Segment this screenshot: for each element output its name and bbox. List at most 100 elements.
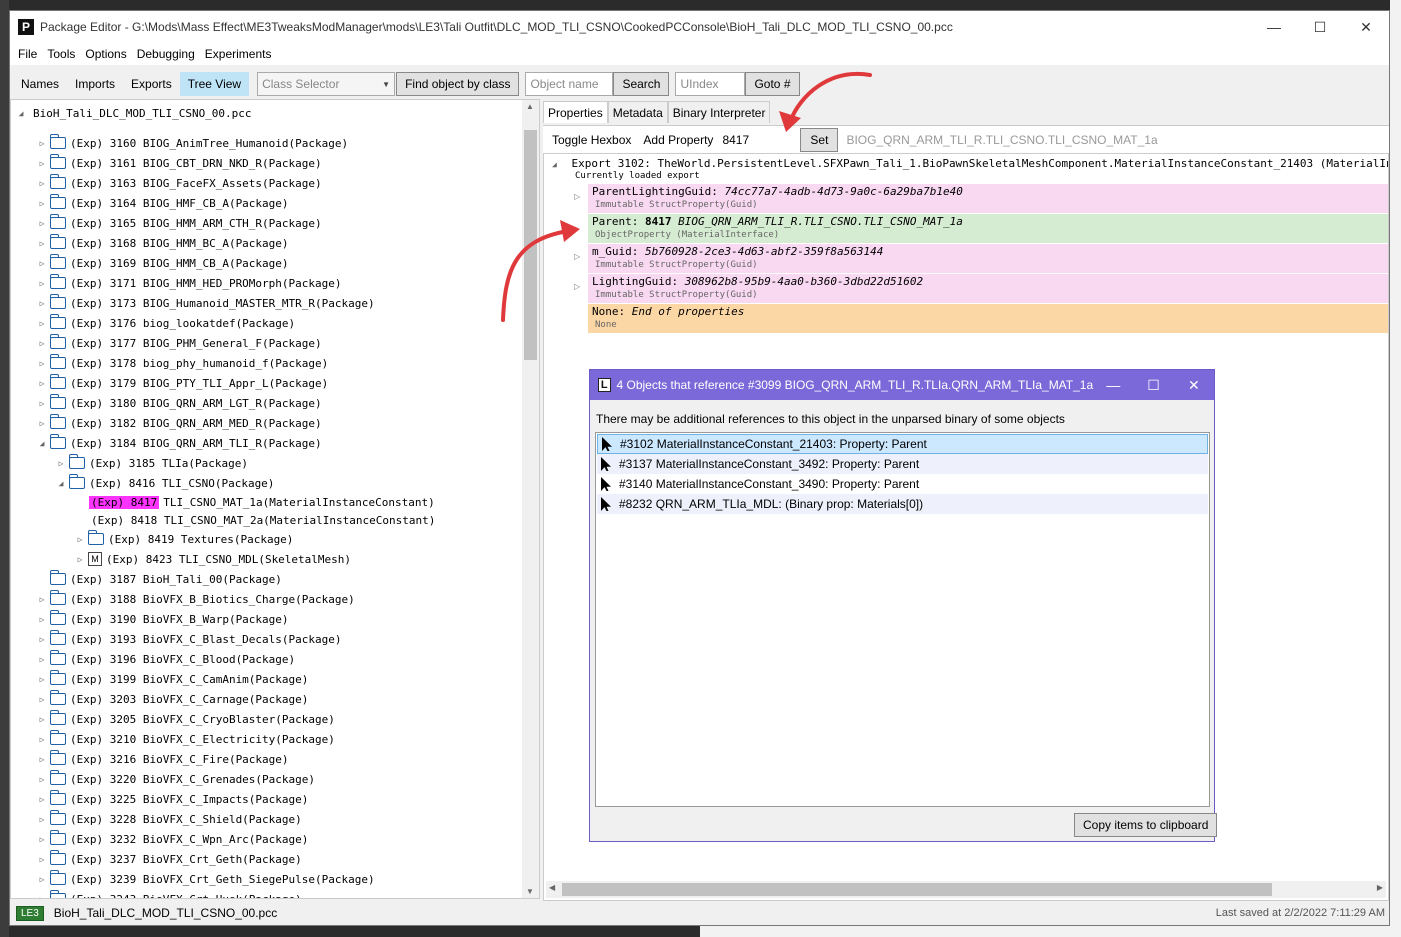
menu-debugging[interactable]: Debugging [132,47,200,61]
property-row[interactable]: ▷ LightingGuid: 308962b8-95b9-4aa0-b360-3… [574,274,1388,303]
expand-arrow-icon[interactable]: ▷ [36,179,48,188]
expand-arrow-icon[interactable]: ▷ [36,259,48,268]
tree-view-button[interactable]: Tree View [179,72,250,96]
collapse-arrow-icon[interactable]: ◢ [552,160,557,169]
tree-item[interactable]: ▷ (Exp) 3193 BioVFX_C_Blast_Decals(Packag… [36,629,342,649]
tree-item[interactable]: ▷ (Exp) 3182 BIOG_QRN_ARM_MED_R(Package) [36,413,322,433]
expand-arrow-icon[interactable]: ▷ [74,555,86,564]
dialog-maximize-button[interactable]: ☐ [1133,377,1173,394]
expand-arrow-icon[interactable]: ▷ [36,379,48,388]
expand-arrow-icon[interactable]: ▷ [36,159,48,168]
tree-item[interactable]: ▷ (Exp) 3176 biog_lookatdef(Package) [36,313,295,333]
search-button[interactable]: Search [613,72,670,96]
tree-item[interactable]: ▷ (Exp) 3165 BIOG_HMM_ARM_CTH_R(Package) [36,213,322,233]
add-property-button[interactable]: Add Property [638,128,718,152]
minimize-button[interactable]: — [1251,11,1297,43]
property-row[interactable]: ▷ m_Guid: 5b760928-2ce3-4d63-abf2-359f8a5… [574,244,1388,273]
tree-item[interactable]: ▷ (Exp) 3243 BioVFX_Crt_Husk(Package) [36,889,302,899]
tree-item[interactable]: ▷ (Exp) 3203 BioVFX_C_Carnage(Package) [36,689,308,709]
tree-item[interactable]: ▷ (Exp) 3169 BIOG_HMM_CB_A(Package) [36,253,289,273]
scroll-right-icon[interactable]: ▶ [1377,883,1383,892]
expand-arrow-icon[interactable]: ▷ [36,615,48,624]
tab-binary-interpreter[interactable]: Binary Interpreter [667,101,771,123]
tree-item[interactable]: ▷ (Exp) 3199 BioVFX_C_CamAnim(Package) [36,669,308,689]
tree-item[interactable]: ▷ (Exp) 3179 BIOG_PTY_TLI_Appr_L(Package) [36,373,328,393]
tree-item[interactable]: ▷ (Exp) 3188 BioVFX_B_Biotics_Charge(Pack… [36,589,355,609]
expand-arrow-icon[interactable]: ▷ [36,735,48,744]
close-button[interactable]: ✕ [1343,11,1389,43]
scroll-up-icon[interactable]: ▲ [526,102,534,111]
tree-item-tlia[interactable]: ▷ (Exp) 3185 TLIa(Package) [55,453,248,473]
tab-properties[interactable]: Properties [543,101,608,123]
expand-arrow-icon[interactable]: ▷ [36,419,48,428]
class-selector-dropdown[interactable]: Class Selector ▼ [257,72,396,96]
expand-arrow-icon[interactable]: ▷ [36,815,48,824]
tree-item[interactable]: ▷ (Exp) 3161 BIOG_CBT_DRN_NKD_R(Package) [36,153,322,173]
tree-item[interactable]: ▷ (Exp) 3160 BIOG_AnimTree_Humanoid(Packa… [36,133,348,153]
copy-to-clipboard-button[interactable]: Copy items to clipboard [1074,813,1218,837]
tree-item[interactable]: ▷ (Exp) 3168 BIOG_HMM_BC_A(Package) [36,233,289,253]
expand-arrow-icon[interactable]: ▷ [36,399,48,408]
scrollbar-thumb[interactable] [562,883,1272,896]
expand-arrow-icon[interactable]: ▷ [74,535,86,544]
expand-arrow-icon[interactable]: ▷ [574,252,580,261]
expand-arrow-icon[interactable]: ▷ [36,359,48,368]
reference-row[interactable]: #3137 MaterialInstanceConstant_3492: Pro… [597,454,1208,474]
collapse-arrow-icon[interactable]: ◢ [15,109,27,118]
tree-item-mdl[interactable]: ▷ M (Exp) 8423 TLI_CSNO_MDL(SkeletalMesh… [74,549,351,569]
tree-item-textures[interactable]: ▷ (Exp) 8419 Textures(Package) [74,529,293,549]
tree-item[interactable]: ▷ (Exp) 3190 BioVFX_B_Warp(Package) [36,609,289,629]
imports-button[interactable]: Imports [67,72,123,96]
tree-item[interactable]: ▷ (Exp) 3177 BIOG_PHM_General_F(Package) [36,333,322,353]
exports-button[interactable]: Exports [123,72,180,96]
expand-arrow-icon[interactable]: ▷ [574,192,580,201]
set-button[interactable]: Set [800,127,839,152]
tree-item[interactable]: ▷ (Exp) 3237 BioVFX_Crt_Geth(Package) [36,849,302,869]
reference-row[interactable]: #3102 MaterialInstanceConstant_21403: Pr… [597,434,1208,454]
expand-arrow-icon[interactable]: ▷ [36,795,48,804]
goto-button[interactable]: Goto # [745,72,800,96]
property-value-input[interactable]: 8417 [718,127,801,152]
menu-tools[interactable]: Tools [42,47,80,61]
expand-arrow-icon[interactable]: ▷ [36,655,48,664]
expand-arrow-icon[interactable]: ▷ [574,282,580,291]
expand-arrow-icon[interactable]: ▷ [36,239,48,248]
expand-arrow-icon[interactable]: ▷ [36,279,48,288]
tree-item-bioh-tali[interactable]: (Exp) 3187 BioH_Tali_00(Package) [36,569,282,589]
references-list[interactable]: #3102 MaterialInstanceConstant_21403: Pr… [595,432,1210,807]
expand-arrow-icon[interactable]: ▷ [36,715,48,724]
tree-item[interactable]: ▷ (Exp) 3196 BioVFX_C_Blood(Package) [36,649,295,669]
tree-item[interactable]: ▷ (Exp) 3228 BioVFX_C_Shield(Package) [36,809,302,829]
tree-item-tli-csno[interactable]: ◢ (Exp) 8416 TLI_CSNO(Package) [55,473,274,493]
tree-item[interactable]: ▷ (Exp) 3210 BioVFX_C_Electricity(Package… [36,729,335,749]
tree-item[interactable]: ▷ (Exp) 3239 BioVFX_Crt_Geth_SiegePulse(P… [36,869,375,889]
expand-arrow-icon[interactable]: ▷ [36,695,48,704]
expand-arrow-icon[interactable]: ▷ [36,299,48,308]
reference-row[interactable]: #3140 MaterialInstanceConstant_3490: Pro… [597,474,1208,494]
property-row[interactable]: None: End of properties None [588,304,1388,333]
expand-arrow-icon[interactable]: ▷ [36,635,48,644]
expand-arrow-icon[interactable]: ▷ [36,895,48,899]
expand-arrow-icon[interactable]: ◢ [36,439,48,448]
menu-experiments[interactable]: Experiments [200,47,277,61]
property-row[interactable]: ▷ ParentLightingGuid: 74cc77a7-4adb-4d73-… [574,184,1388,213]
maximize-button[interactable]: ☐ [1297,11,1343,43]
scroll-left-icon[interactable]: ◀ [549,883,555,892]
expand-arrow-icon[interactable]: ▷ [36,199,48,208]
expand-arrow-icon[interactable]: ▷ [36,219,48,228]
tree-scrollbar[interactable]: ▲ ▼ [522,100,539,898]
expand-arrow-icon[interactable]: ▷ [36,319,48,328]
scrollbar-thumb[interactable] [524,130,537,360]
expand-arrow-icon[interactable]: ▷ [55,459,67,468]
tree-item-mat-2a[interactable]: (Exp) 8418 TLI_CSNO_MAT_2a(MaterialInsta… [91,510,435,530]
tab-metadata[interactable]: Metadata [607,101,668,123]
menu-file[interactable]: File [13,47,42,61]
tree-item-mat-1a[interactable]: (Exp) 8417 TLI_CSNO_MAT_1a(MaterialInsta… [89,492,435,512]
tree-item[interactable]: ▷ (Exp) 3205 BioVFX_C_CryoBlaster(Package… [36,709,335,729]
menu-options[interactable]: Options [80,47,131,61]
tree-item[interactable]: ▷ (Exp) 3216 BioVFX_C_Fire(Package) [36,749,289,769]
find-by-class-button[interactable]: Find object by class [396,72,520,96]
tree-item[interactable]: ▷ (Exp) 3180 BIOG_QRN_ARM_LGT_R(Package) [36,393,322,413]
tree-item[interactable]: ◢ (Exp) 3184 BIOG_QRN_ARM_TLI_R(Package) [36,433,322,453]
expand-arrow-icon[interactable]: ▷ [36,875,48,884]
